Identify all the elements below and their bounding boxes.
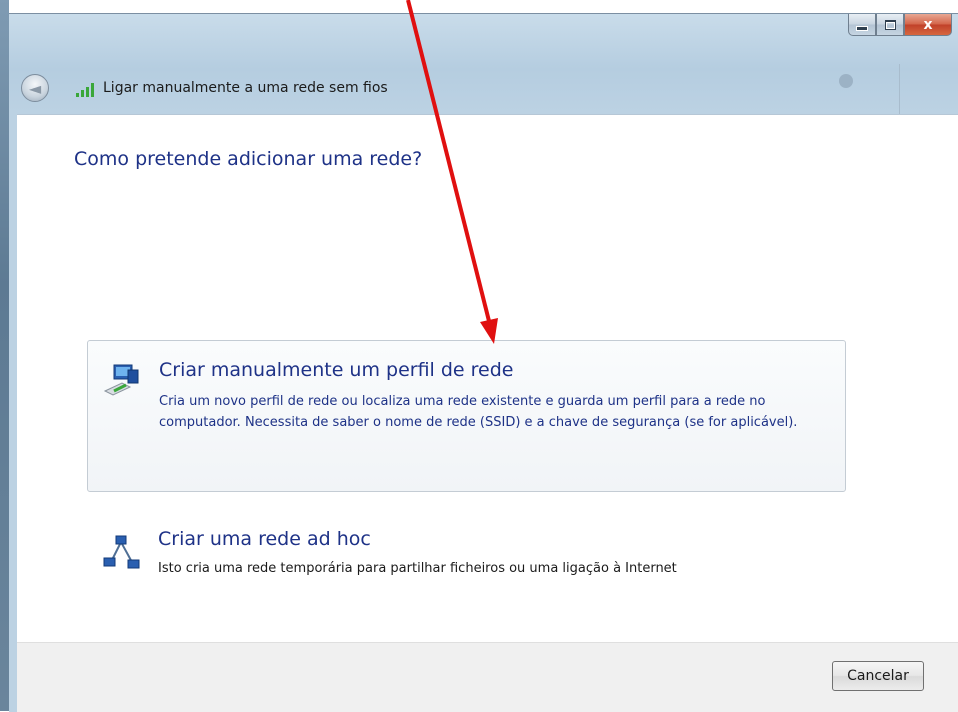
adhoc-network-icon: [103, 535, 140, 569]
option-manual-profile[interactable]: Criar manualmente um perfil de rede Cria…: [87, 340, 846, 492]
minimize-button[interactable]: [848, 14, 876, 36]
window-controls: x: [848, 14, 952, 38]
back-arrow-icon: ◄: [28, 78, 42, 98]
option-title: Criar uma rede ad hoc: [158, 528, 371, 550]
maximize-icon: [884, 19, 896, 30]
minimize-icon: [856, 25, 868, 31]
wizard-title: Ligar manualmente a uma rede sem fios: [103, 80, 388, 96]
page-heading: Como pretende adicionar uma rede?: [74, 148, 423, 170]
wifi-signal-icon: [76, 83, 94, 97]
cancel-button[interactable]: Cancelar: [832, 661, 924, 691]
wizard-content: Como pretende adicionar uma rede? Criar …: [17, 114, 958, 643]
network-profile-icon: [103, 364, 139, 396]
window-decoration-icon: [839, 74, 853, 88]
option-adhoc-network[interactable]: Criar uma rede ad hoc Isto cria uma rede…: [87, 520, 846, 590]
maximize-button[interactable]: [876, 14, 904, 36]
wizard-nav-bar: ◄ Ligar manualmente a uma rede sem fios: [9, 60, 958, 116]
option-description: Cria um novo perfil de rede ou localiza …: [159, 394, 798, 430]
background-fragment: [0, 0, 110, 12]
option-description: Isto cria uma rede temporária para parti…: [158, 561, 677, 576]
back-button[interactable]: ◄: [21, 74, 49, 102]
close-icon: x: [923, 16, 933, 33]
close-button[interactable]: x: [904, 14, 952, 36]
option-title: Criar manualmente um perfil de rede: [159, 359, 514, 381]
wizard-footer: Cancelar: [17, 642, 958, 712]
desktop-edge: [0, 0, 9, 711]
